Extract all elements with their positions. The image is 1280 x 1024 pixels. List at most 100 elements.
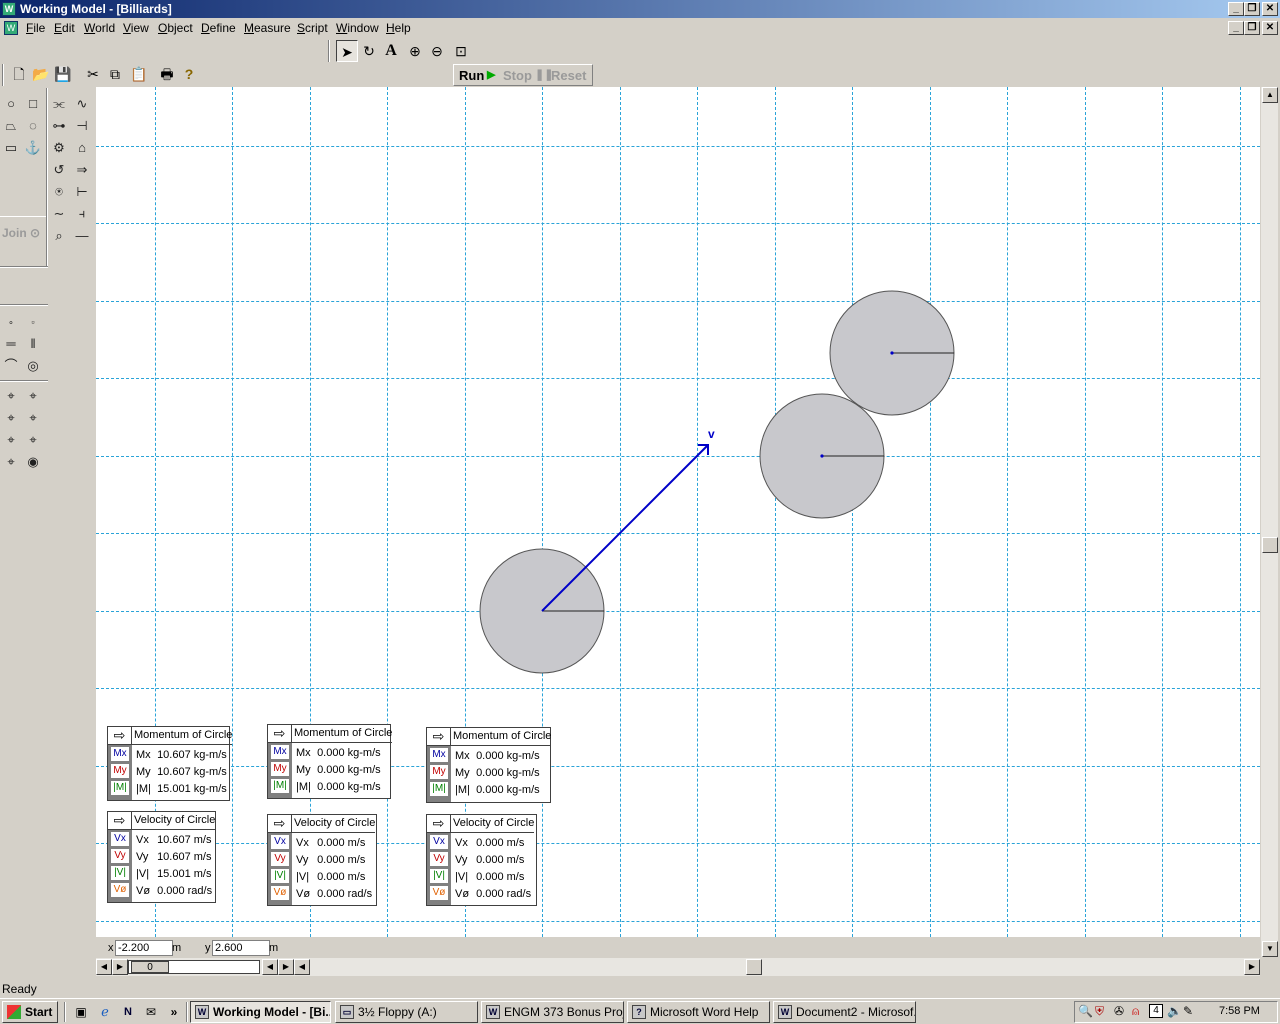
curved-body-tool-icon[interactable]: ◌ <box>23 116 43 136</box>
vo-chip[interactable]: Vø <box>271 886 289 900</box>
vo-chip[interactable]: Vø <box>111 883 129 897</box>
keyed-slot-joint-icon[interactable]: ⌖ <box>23 430 43 450</box>
scroll-left-icon[interactable]: ◀ <box>294 959 310 975</box>
rope-icon[interactable]: ∼ <box>49 204 69 224</box>
my-chip[interactable]: My <box>111 764 129 778</box>
rectangle-tool-icon[interactable]: □ <box>23 94 43 114</box>
menu-define[interactable]: Define <box>201 21 236 35</box>
zoom-out-icon[interactable]: ⊖ <box>426 40 448 62</box>
force-arrow-icon[interactable]: ⇒ <box>72 160 92 180</box>
rigid-joint-icon[interactable]: ⌖ <box>23 386 43 406</box>
menu-measure[interactable]: Measure <box>244 21 291 35</box>
open-folder-icon[interactable]: 📂 <box>30 63 52 85</box>
mx-chip[interactable]: Mx <box>111 747 129 761</box>
motor-icon[interactable]: ⍟ <box>49 182 69 202</box>
menu-file[interactable]: File <box>26 21 45 35</box>
mx-chip[interactable]: Mx <box>271 745 289 759</box>
velocity-meter-2[interactable]: ⇨ Velocity of Circle Vx Vy |V| Vø Vx 0.0… <box>267 814 377 906</box>
antivirus-shield-icon[interactable]: ⛨ <box>1095 1004 1104 1019</box>
doc-restore-button[interactable]: ❐ <box>1244 21 1260 35</box>
disk-drive-tray-icon[interactable]: 4 <box>1149 1004 1163 1018</box>
magnifier-tray-icon[interactable]: 🔍 <box>1078 1004 1093 1018</box>
clock[interactable]: 7:58 PM <box>1219 1005 1260 1017</box>
vertical-scroll-thumb[interactable] <box>1262 537 1278 553</box>
slot-pin-joint-icon[interactable]: ⌖ <box>1 430 21 450</box>
circle-tool-icon[interactable]: ○ <box>1 94 21 114</box>
velocity-meter-1[interactable]: ⇨ Velocity of Circle Vx Vy |V| Vø Vx 10.… <box>107 811 216 903</box>
my-chip[interactable]: My <box>271 762 289 776</box>
cut-icon[interactable]: ✂ <box>82 63 104 85</box>
scroll-up-icon[interactable]: ▲ <box>1262 87 1278 103</box>
frame-slider-thumb[interactable]: 0 <box>131 961 169 973</box>
run-button[interactable]: Run <box>459 68 484 83</box>
save-icon[interactable]: 💾 <box>52 63 74 85</box>
vertical-scrollbar[interactable]: ▲ ▼ <box>1260 87 1278 957</box>
task-floppy[interactable]: ▭ 3½ Floppy (A:) <box>335 1001 478 1023</box>
print-icon[interactable]: 🖶 <box>156 63 178 85</box>
m-chip[interactable]: |M| <box>271 779 289 793</box>
slot-joint-icon[interactable]: ⌕ <box>49 226 69 246</box>
spring-icon[interactable]: ∿ <box>72 94 92 114</box>
vy-chip[interactable]: Vy <box>111 849 129 863</box>
volume-icon[interactable]: 🔈 <box>1167 1004 1182 1018</box>
rod-icon[interactable]: ⊢ <box>72 182 92 202</box>
v-chip[interactable]: |V| <box>111 866 129 880</box>
tape-end-icon[interactable]: ▶ <box>278 959 294 975</box>
velocity-vector[interactable] <box>541 444 709 612</box>
menu-window[interactable]: Window <box>336 21 379 35</box>
gear-icon[interactable]: ⚙ <box>49 138 69 158</box>
netscape-icon[interactable]: N <box>117 1001 139 1023</box>
menu-view[interactable]: View <box>123 21 149 35</box>
point-element-icon[interactable]: ∘ <box>1 312 21 332</box>
new-file-icon[interactable]: 🗋 <box>8 63 30 85</box>
network-tray-icon[interactable]: ✇ <box>1114 1004 1124 1018</box>
menu-script[interactable]: Script <box>297 21 328 35</box>
damper-icon[interactable]: ⊶ <box>49 116 69 136</box>
vo-chip[interactable]: Vø <box>430 886 448 900</box>
rotate-icon[interactable]: ↻ <box>358 40 380 62</box>
stop-button[interactable]: Stop <box>503 68 532 83</box>
horizontal-scrollbar[interactable]: ◀ ▶ 0 ◀ ▶ ◀ ▶ <box>96 958 1260 976</box>
torque-icon[interactable]: ↺ <box>49 160 69 180</box>
vy-chip[interactable]: Vy <box>271 852 289 866</box>
polygon-tool-icon[interactable]: ⏢ <box>1 116 21 136</box>
zoom-in-icon[interactable]: ⊕ <box>404 40 426 62</box>
vx-chip[interactable]: Vx <box>111 832 129 846</box>
outlook-icon[interactable]: ✉ <box>140 1001 162 1023</box>
menu-world[interactable]: World <box>84 21 115 35</box>
target-ball-upper[interactable] <box>829 290 955 416</box>
frame-slider[interactable]: 0 <box>128 960 260 974</box>
minimize-button[interactable]: _ <box>1228 2 1244 16</box>
tape-rewind-icon[interactable]: ◀ <box>96 959 112 975</box>
help-question-icon[interactable]: ? <box>178 63 200 85</box>
spring-damper-icon[interactable]: ⫘ <box>49 94 69 114</box>
y-coordinate-field[interactable] <box>212 940 270 956</box>
show-desktop-icon[interactable]: ▣ <box>70 1001 92 1023</box>
vertical-slot-icon[interactable]: ‖ <box>23 334 43 354</box>
working-model-icon[interactable]: W <box>2 2 16 16</box>
x-coordinate-field[interactable] <box>115 940 173 956</box>
close-button[interactable]: ✕ <box>1262 2 1278 16</box>
doc-close-button[interactable]: ✕ <box>1262 21 1278 35</box>
closed-slot-icon[interactable]: ◎ <box>23 356 43 376</box>
arrow-pointer-icon[interactable]: ➤ <box>336 40 358 62</box>
tape-step-icon[interactable]: ◀ <box>262 959 278 975</box>
vy-chip[interactable]: Vy <box>430 852 448 866</box>
reset-button[interactable]: Reset <box>551 68 586 83</box>
scroll-right-icon[interactable]: ▶ <box>1244 959 1260 975</box>
target-ball-lower[interactable] <box>759 393 885 519</box>
velocity-meter-3[interactable]: ⇨ Velocity of Circle Vx Vy |V| Vø Vx 0.0… <box>426 814 537 906</box>
separator-icon[interactable]: ⫞ <box>72 204 92 224</box>
menu-edit[interactable]: Edit <box>54 21 75 35</box>
v-chip[interactable]: |V| <box>430 869 448 883</box>
document-icon[interactable]: W <box>4 21 18 35</box>
tape-step-back-icon[interactable]: ▶ <box>112 959 128 975</box>
line-tool-icon[interactable]: — <box>72 226 92 246</box>
closed-curve-joint-icon[interactable]: ◉ <box>23 452 43 472</box>
m-chip[interactable]: |M| <box>430 782 448 796</box>
paste-icon[interactable]: 📋 <box>128 63 150 85</box>
actuator-icon[interactable]: ⊣ <box>72 116 92 136</box>
v-chip[interactable]: |V| <box>271 869 289 883</box>
spring-joint-icon[interactable]: ⌖ <box>1 408 21 428</box>
simulation-canvas[interactable]: v ⇨ Momentum of Circle Mx My |M| Mx 10.6… <box>96 87 1260 937</box>
